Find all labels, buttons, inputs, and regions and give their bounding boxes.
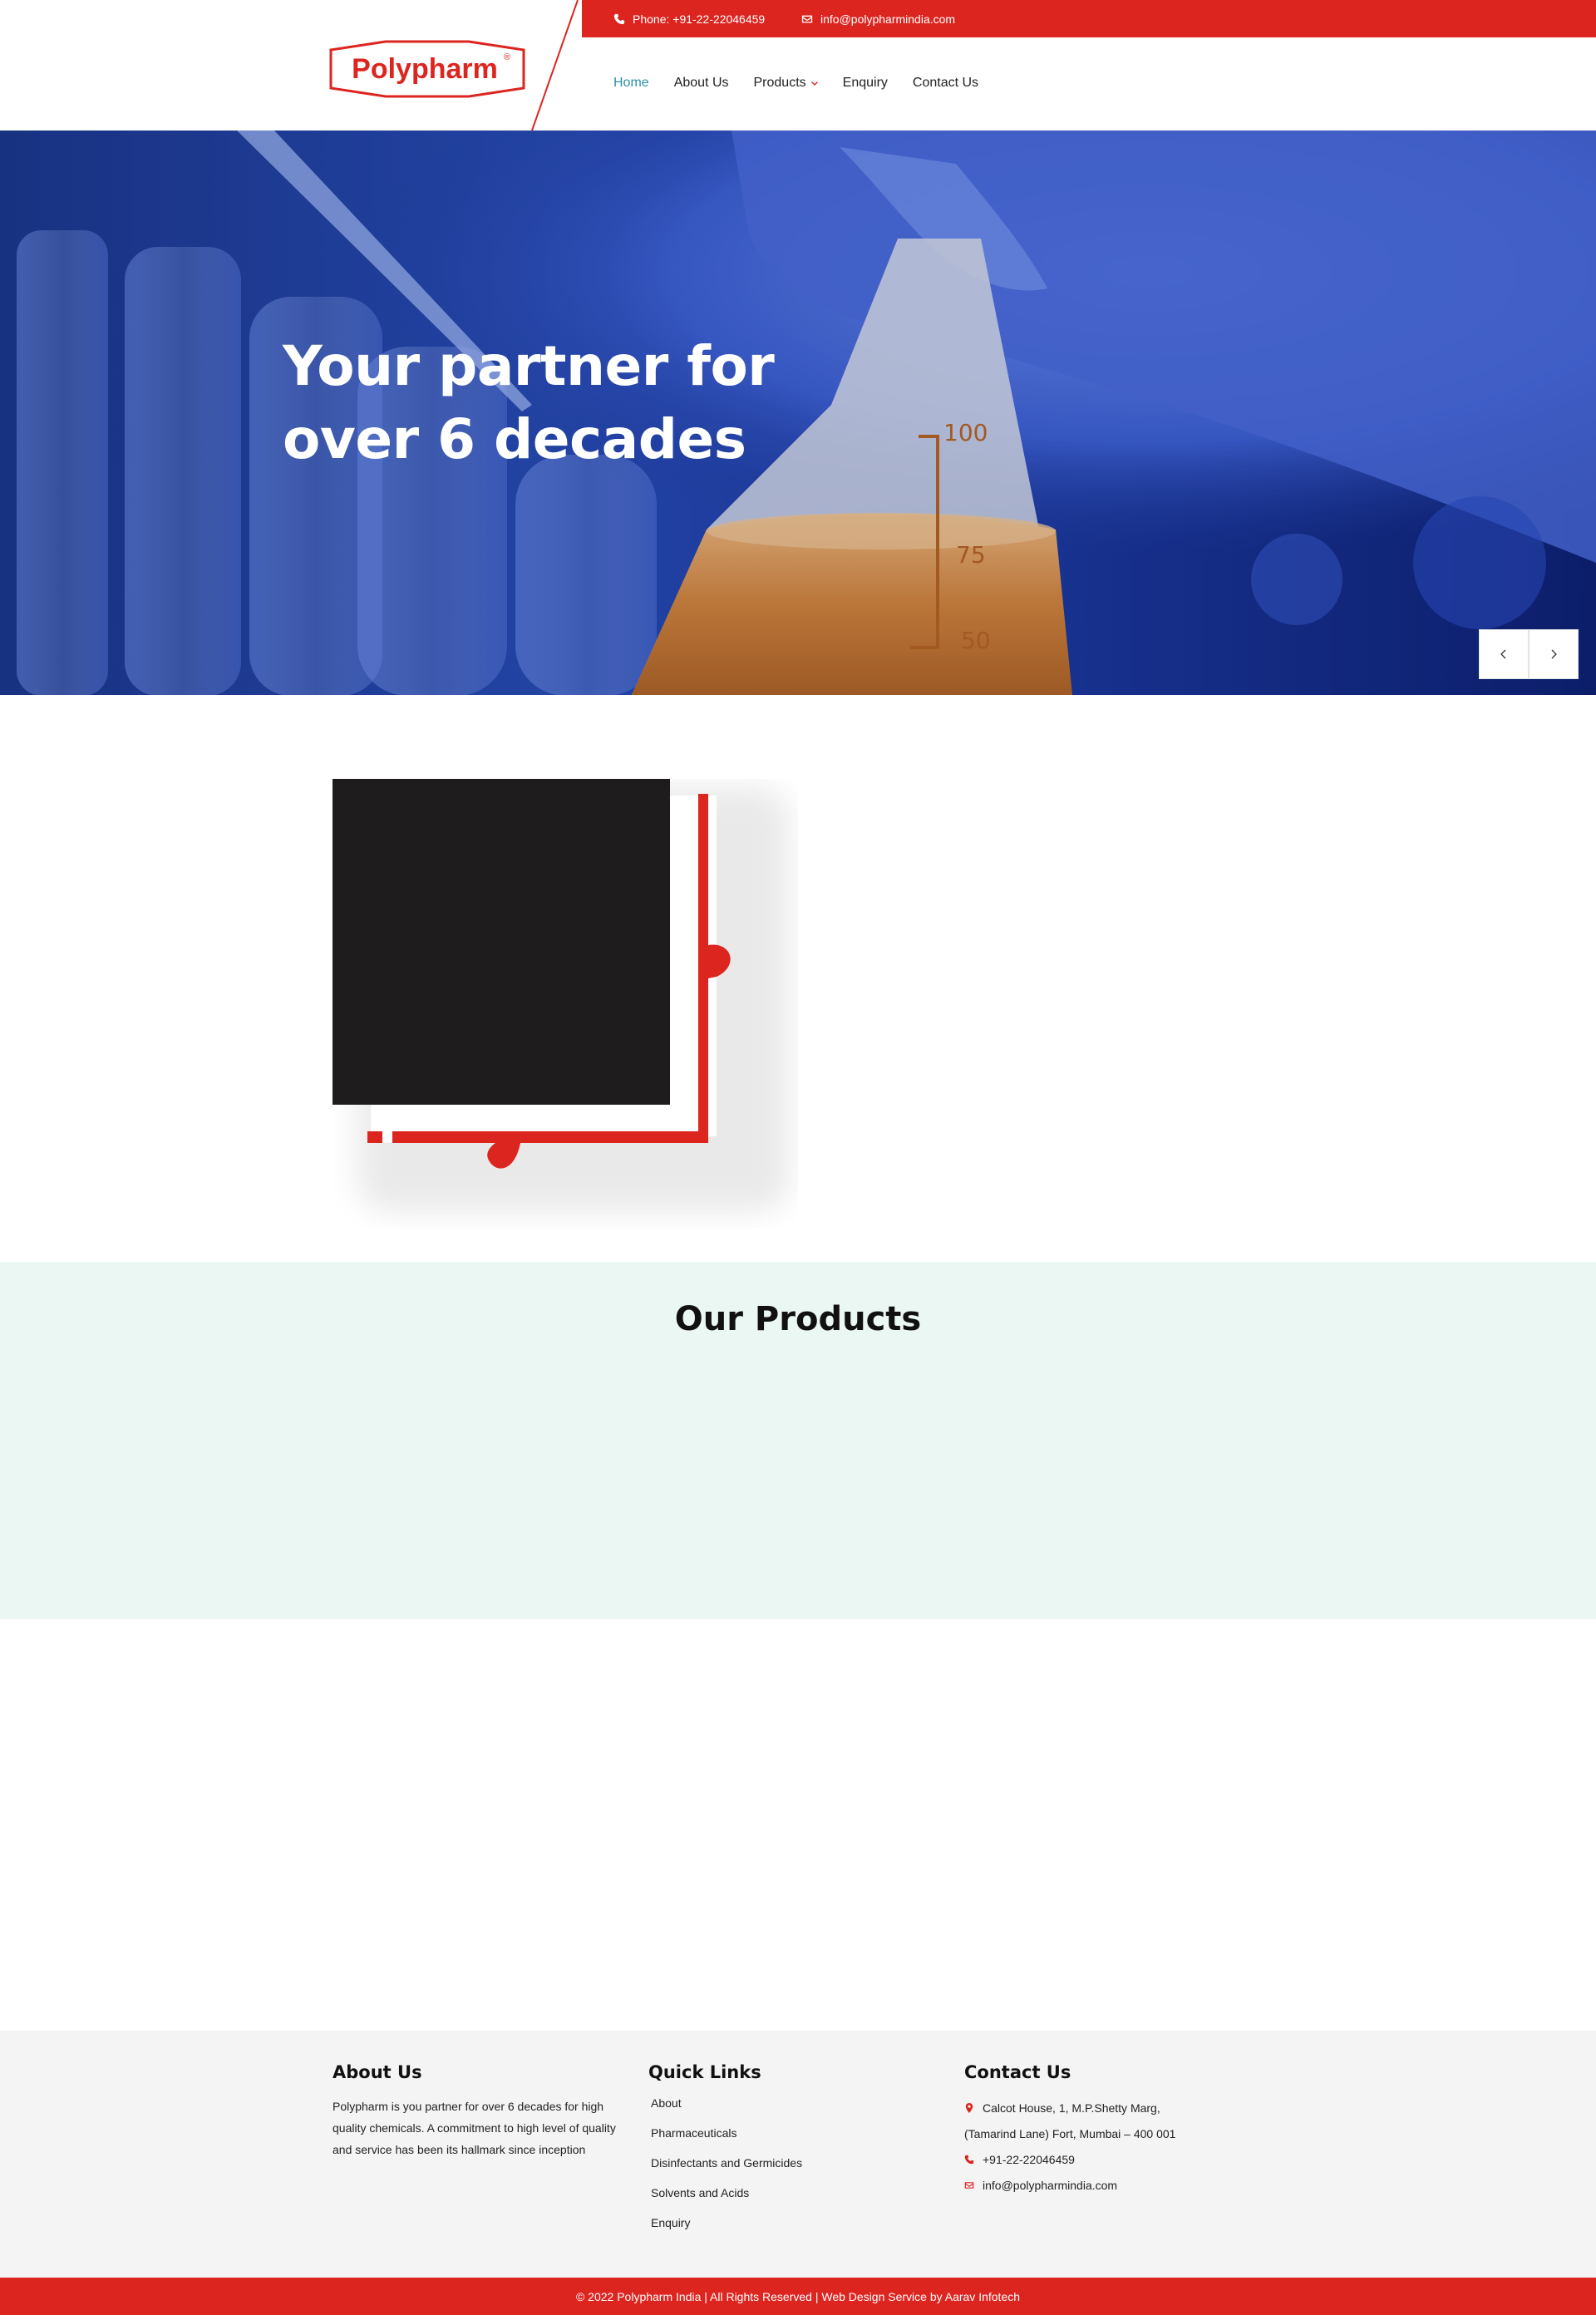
header-email-text: info@polypharmindia.com [820,12,956,26]
intro-media-block [332,779,798,1228]
hero-heading-line1: Your partner for [283,334,775,398]
footer-about-text: Polypharm is you partner for over 6 deca… [332,2100,616,2156]
footer-link-pharmaceuticals[interactable]: Pharmaceuticals [648,2125,802,2140]
polypharm-logo: Polypharm ® [329,40,525,98]
header-email[interactable]: info@polypharmindia.com [801,0,955,37]
video-placeholder[interactable] [332,779,670,1105]
main-nav: Home About Us Products Enquiry Contact U… [613,66,1003,100]
footer-about: About Us Polypharm is you partner for ov… [332,2062,632,2160]
nav-about-us[interactable]: About Us [674,76,729,91]
envelope-icon [964,2182,974,2189]
footer-quick-links-title: Quick Links [648,2062,761,2082]
footer-phone[interactable]: +91-22-22046459 [964,2147,1175,2173]
phone-icon [613,13,625,24]
footer-link-solvents[interactable]: Solvents and Acids [648,2185,802,2200]
footer-about-title: About Us [332,2062,422,2082]
products-heading: Our Products [674,1300,922,1338]
slider-next-button[interactable] [1529,629,1579,679]
slider-prev-button[interactable] [1479,629,1529,679]
header-phone-text: Phone: +91-22-22046459 [633,12,766,26]
map-marker-icon [965,2103,973,2113]
hero-heading: Your partner for over 6 decades [283,330,864,476]
phone-icon [964,2155,974,2165]
footer-email-text: info@polypharmindia.com [983,2179,1118,2192]
footer-contact: Contact Us Calcot House, 1, M.P.Shetty M… [964,2062,1175,2199]
footer-email[interactable]: info@polypharmindia.com [964,2173,1175,2199]
svg-text:Polypharm: Polypharm [352,53,498,85]
site-footer: About Us Polypharm is you partner for ov… [0,2031,1596,2278]
nav-home[interactable]: Home [613,76,649,91]
products-section: Our Products [0,1262,1596,1619]
footer-address: Calcot House, 1, M.P.Shetty Marg, [964,2096,1175,2121]
footer-link-about[interactable]: About [648,2096,802,2111]
nav-products[interactable]: Products [754,76,818,91]
footer-address-2: (Tamarind Lane) Fort, Mumbai – 400 001 [964,2121,1175,2147]
hero-slider: 100 75 50 Your partner for over 6 decade… [0,131,1596,695]
copyright-text: © 2022 Polypharm India | All Rights Rese… [575,2289,1021,2303]
footer-address-line1: Calcot House, 1, M.P.Shetty Marg, [983,2101,1160,2115]
copyright-bar: © 2022 Polypharm India | All Rights Rese… [0,2278,1596,2315]
footer-link-enquiry[interactable]: Enquiry [648,2215,802,2230]
hero-heading-line2: over 6 decades [283,407,746,471]
site-logo[interactable]: Polypharm ® [328,40,527,98]
chevron-right-icon [1551,649,1557,659]
footer-address-line2: (Tamarind Lane) Fort, Mumbai – 400 001 [964,2127,1176,2140]
header-phone[interactable]: Phone: +91-22-22046459 [613,0,765,37]
footer-contact-title: Contact Us [964,2062,1071,2082]
footer-link-disinfectants[interactable]: Disinfectants and Germicides [648,2155,802,2170]
nav-products-label: Products [753,76,806,90]
nav-enquiry[interactable]: Enquiry [843,76,888,91]
nav-contact-us[interactable]: Contact Us [913,76,978,91]
svg-text:®: ® [504,52,510,62]
site-header: Phone: +91-22-22046459 info@polypharmind… [0,0,1596,131]
chevron-down-icon [810,81,818,86]
envelope-icon [801,15,813,22]
footer-phone-text: +91-22-22046459 [983,2153,1075,2166]
footer-quick-links: Quick Links About Pharmaceuticals Disinf… [648,2062,802,2245]
chevron-left-icon [1500,649,1506,659]
